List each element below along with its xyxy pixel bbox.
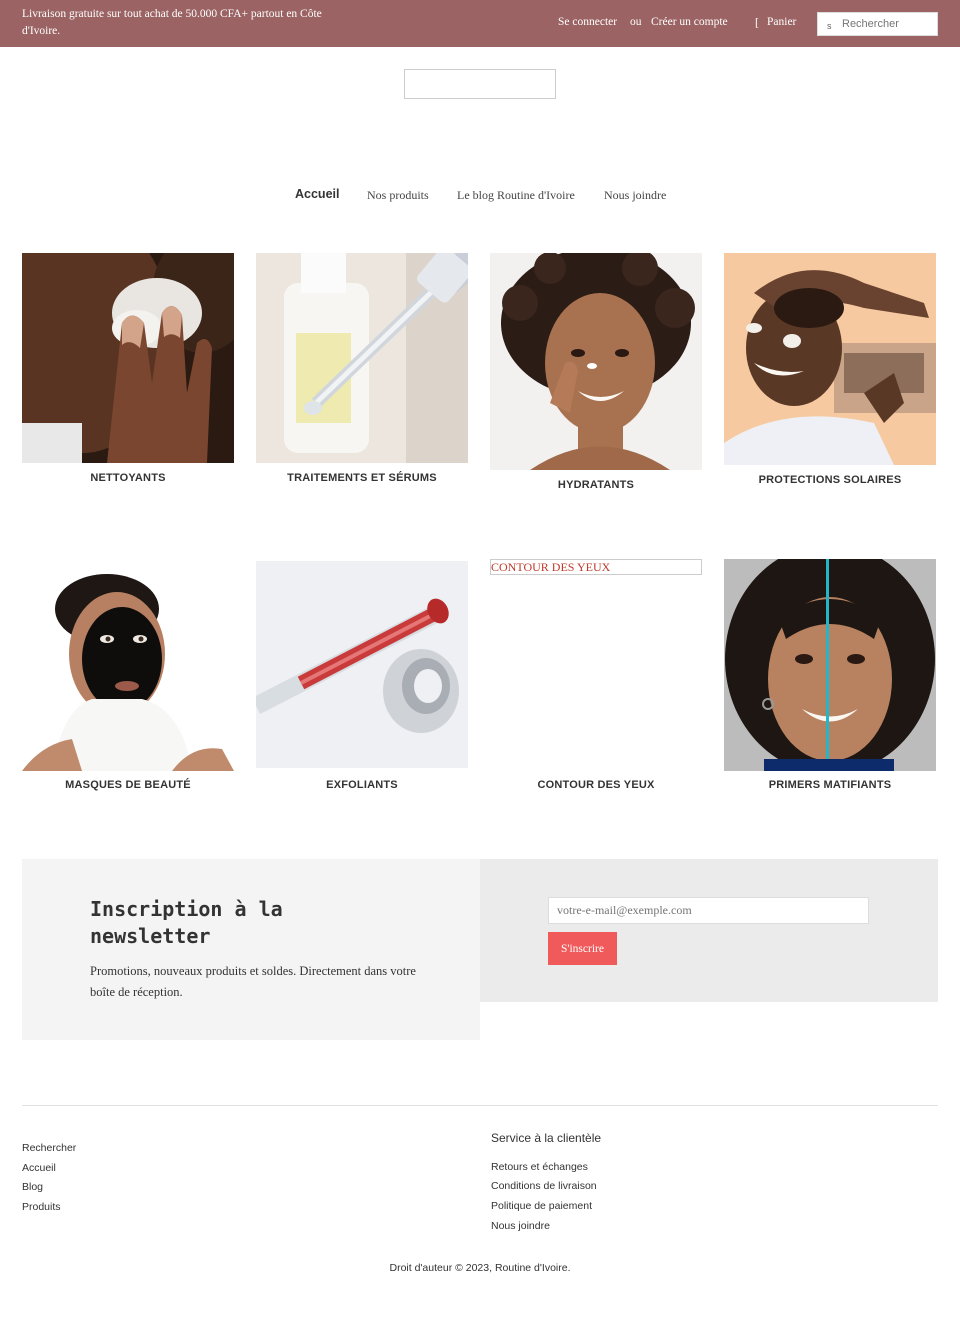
nav-item-home[interactable]: Accueil: [295, 187, 339, 201]
subscribe-button[interactable]: S'inscrire: [548, 932, 617, 965]
collection-label[interactable]: TRAITEMENTS ET SÉRUMS: [256, 472, 468, 484]
newsletter-form: S'inscrire: [480, 859, 938, 1002]
collection-label[interactable]: HYDRATANTS: [490, 479, 702, 491]
collection-label[interactable]: PROTECTIONS SOLAIRES: [724, 474, 936, 486]
copyright: Droit d'auteur © 2023, Routine d'Ivoire.: [389, 1262, 571, 1274]
serum-dropper-image[interactable]: [256, 253, 468, 463]
newsletter-info: Inscription à la newsletter Promotions, …: [22, 859, 480, 1040]
collection-label[interactable]: PRIMERS MATIFIANTS: [724, 779, 936, 791]
footer-link-search[interactable]: Rechercher: [22, 1142, 76, 1154]
collection-label[interactable]: MASQUES DE BEAUTÉ: [22, 779, 234, 791]
footer-link-shipping[interactable]: Conditions de livraison: [491, 1180, 597, 1192]
nav-item-blog[interactable]: Le blog Routine d'Ivoire: [457, 188, 575, 203]
collection-card[interactable]: EXFOLIANTS: [256, 561, 468, 801]
nav-item-products[interactable]: Nos produits: [367, 188, 429, 203]
promo-text: Livraison gratuite sur tout achat de 50.…: [22, 8, 322, 37]
footer-divider: [22, 1105, 938, 1106]
collection-card[interactable]: TRAITEMENTS ET SÉRUMS: [256, 253, 468, 493]
face-mask-image[interactable]: [22, 559, 234, 771]
footer-service-title: Service à la clientèle: [491, 1131, 602, 1145]
collection-label[interactable]: CONTOUR DES YEUX: [490, 779, 702, 791]
newsletter-email-input[interactable]: [548, 897, 869, 924]
nav-item-contact[interactable]: Nous joindre: [604, 188, 666, 203]
collection-card[interactable]: HYDRATANTS: [490, 253, 702, 498]
collection-card[interactable]: NETTOYANTS: [22, 253, 234, 493]
cart-link[interactable]: Panier: [767, 16, 796, 28]
sunscreen-woman-image[interactable]: [724, 253, 936, 465]
login-link[interactable]: Se connecter: [558, 16, 617, 28]
search-input[interactable]: [840, 13, 936, 35]
collection-label[interactable]: EXFOLIANTS: [256, 779, 468, 791]
footer-link-returns[interactable]: Retours et échanges: [491, 1161, 588, 1173]
footer-link-contact[interactable]: Nous joindre: [491, 1220, 550, 1232]
announcement-bar: Livraison gratuite sur tout achat de 50.…: [0, 0, 960, 47]
search-box[interactable]: s: [817, 12, 938, 36]
collection-card[interactable]: MASQUES DE BEAUTÉ: [22, 559, 234, 799]
collection-card[interactable]: PRIMERS MATIFIANTS: [724, 559, 936, 799]
or-text: ou: [630, 16, 642, 28]
collection-card[interactable]: PROTECTIONS SOLAIRES: [724, 253, 936, 493]
collection-label[interactable]: NETTOYANTS: [22, 472, 234, 484]
newsletter-title: Inscription à la newsletter: [90, 897, 283, 948]
footer-link-blog[interactable]: Blog: [22, 1181, 43, 1193]
footer-link-home[interactable]: Accueil: [22, 1162, 56, 1174]
moisturizer-woman-image[interactable]: [490, 253, 702, 470]
primer-woman-image[interactable]: [724, 559, 936, 771]
exfoliant-dropper-image[interactable]: [256, 561, 468, 768]
register-link[interactable]: Créer un compte: [651, 16, 728, 28]
collection-card[interactable]: CONTOUR DES YEUX: [490, 559, 702, 799]
cart-icon[interactable]: [: [755, 15, 759, 30]
search-icon[interactable]: s: [827, 21, 832, 31]
footer-link-payment[interactable]: Politique de paiement: [491, 1200, 592, 1212]
face-wash-image[interactable]: [22, 253, 234, 463]
site-logo[interactable]: [404, 69, 556, 99]
newsletter-description: Promotions, nouveaux produits et soldes.…: [90, 964, 416, 999]
footer-link-products[interactable]: Produits: [22, 1201, 61, 1213]
